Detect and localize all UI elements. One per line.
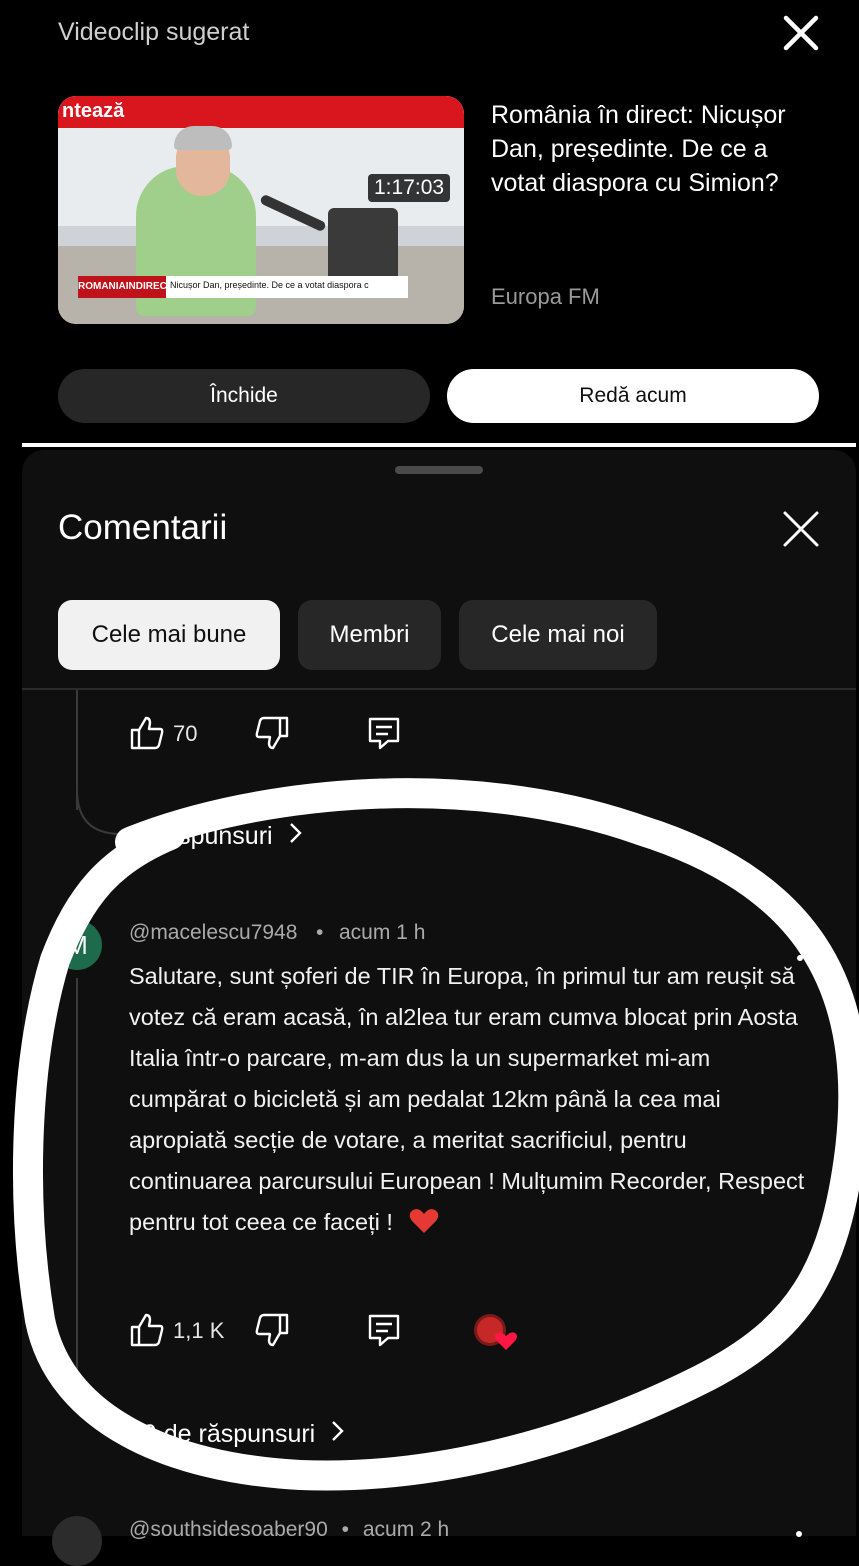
separator-dot: • [316,921,324,944]
suggested-video-header: Videoclip sugerat [58,18,250,46]
dislike-icon[interactable] [254,715,290,751]
view-replies-link[interactable]: 79 de răspunsuri [129,1420,344,1449]
like-icon[interactable] [129,1312,165,1348]
reply-icon[interactable] [366,715,402,751]
thumbnail-lower-third-logo: ROMANIAINDIRECT [78,276,173,298]
thumbnail-person-hair [174,126,232,150]
reply-icon[interactable] [366,1312,402,1348]
like-count: 70 [173,721,198,746]
video-thumbnail[interactable]: ntează ROMANIAINDIRECT Nicușor Dan, preș… [58,96,464,324]
view-replies-link[interactable]: o răspunsuri [135,822,302,851]
comment-author[interactable]: @macelescu7948 [129,921,297,945]
filter-chip-members[interactable]: Membri [298,600,441,670]
comments-title: Comentarii [58,508,228,547]
like-count: 1,1 K [173,1318,225,1343]
thread-curve [76,790,122,835]
close-suggestion-button[interactable]: Închide [58,369,430,423]
comment-author: @southsidesoaber90 [129,1518,328,1541]
close-icon[interactable] [781,509,821,549]
chevron-right-icon [288,822,302,850]
comment-timestamp: acum 2 h [362,1518,450,1541]
chevron-right-icon [330,1420,344,1448]
heart-icon [409,1209,439,1239]
comment-author-line[interactable]: @southsidesoaber90 • acum 2 h [129,1518,449,1542]
thumbnail-banner-text: ntează [62,100,125,122]
comment-timestamp: acum 1 h [339,921,426,944]
channel-name[interactable]: Europa FM [491,284,600,310]
more-options-icon[interactable] [794,1526,804,1537]
divider [22,443,856,447]
drag-handle[interactable] [395,466,483,474]
comment-text: Salutare, sunt șoferi de TIR în Europa, … [129,963,805,1235]
replies-count-label: o răspunsuri [135,822,273,850]
dislike-icon[interactable] [254,1312,290,1348]
close-icon[interactable] [778,10,824,56]
replies-count-label: 79 de răspunsuri [129,1420,316,1448]
avatar[interactable]: M [52,920,102,970]
avatar[interactable] [52,1516,102,1566]
thread-curve [76,1386,122,1431]
play-now-button[interactable]: Redă acum [447,369,819,423]
creator-heart-icon [472,1312,520,1352]
divider [22,688,856,690]
suggested-video-title[interactable]: România în direct: Nicușor Dan, președin… [491,98,821,200]
separator-dot: • [341,1518,349,1541]
filter-chip-newest[interactable]: Cele mai noi [459,600,657,670]
thumbnail-lower-third-text: Nicușor Dan, președinte. De ce a votat d… [170,280,369,290]
comment-body: Salutare, sunt șoferi de TIR în Europa, … [129,956,809,1247]
filter-chip-top[interactable]: Cele mai bune [58,600,280,670]
thread-line [76,978,78,1398]
video-duration-badge: 1:17:03 [368,174,451,202]
like-icon[interactable] [129,715,165,751]
